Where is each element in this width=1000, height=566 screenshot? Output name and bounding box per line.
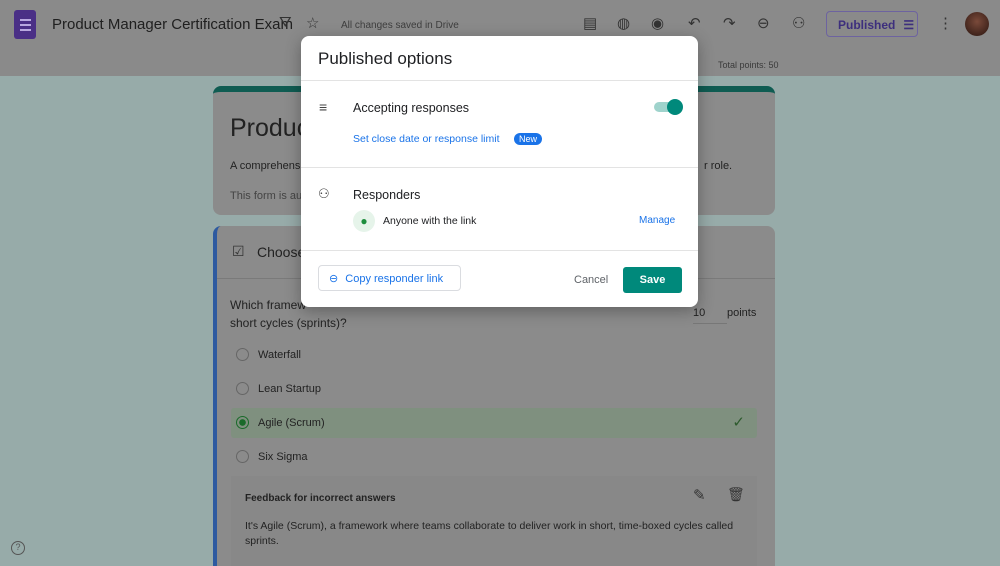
edit-note-icon: ≡ bbox=[319, 99, 328, 115]
link-icon: ⊖ bbox=[329, 273, 339, 285]
palette-icon[interactable]: ◍ bbox=[617, 14, 630, 32]
question-text-line2: short cycles (sprints)? bbox=[230, 316, 347, 330]
checkbox-quiz-icon: ☑ bbox=[232, 243, 245, 259]
cancel-button[interactable]: Cancel bbox=[574, 274, 608, 286]
divider bbox=[301, 167, 698, 168]
correct-check-icon: ✓ bbox=[732, 414, 745, 431]
form-note: This form is au bbox=[230, 190, 303, 202]
person-add-icon: ⚇ bbox=[318, 186, 330, 201]
avatar[interactable] bbox=[965, 12, 989, 36]
accepting-label: Accepting responses bbox=[353, 101, 470, 115]
question-text: Which framew bbox=[230, 298, 307, 312]
points-label: points bbox=[727, 307, 757, 319]
radio-icon bbox=[236, 348, 249, 361]
radio-icon bbox=[236, 382, 249, 395]
dialog-title: Published options bbox=[318, 49, 453, 68]
star-icon[interactable]: ☆ bbox=[306, 14, 319, 32]
radio-icon bbox=[236, 450, 249, 463]
total-points: Total points: 50 bbox=[718, 60, 779, 70]
feedback-text: It's Agile (Scrum), a framework where te… bbox=[245, 520, 734, 547]
radio-selected-icon bbox=[236, 416, 249, 429]
close-date-link[interactable]: Set close date or response limit bbox=[353, 133, 500, 145]
add-collaborator-icon[interactable]: ⚇ bbox=[792, 14, 805, 32]
divider bbox=[301, 80, 698, 81]
accepting-toggle[interactable] bbox=[654, 99, 683, 115]
globe-icon: ● bbox=[353, 210, 375, 232]
manage-link[interactable]: Manage bbox=[639, 215, 675, 226]
option-six-sigma[interactable]: Six Sigma bbox=[236, 450, 308, 463]
published-label: Published bbox=[838, 18, 896, 32]
divider bbox=[301, 250, 698, 251]
new-badge: New bbox=[514, 133, 543, 145]
help-icon[interactable]: ? bbox=[11, 541, 25, 555]
form-title[interactable]: Product Manager Certification Exam bbox=[52, 16, 293, 33]
copy-responder-link-button[interactable]: ⊖ Copy responder link bbox=[318, 265, 461, 291]
edit-pencil-icon[interactable]: ✎ bbox=[693, 486, 706, 504]
option-agile-scrum[interactable]: Agile (Scrum) ✓ bbox=[231, 408, 757, 438]
preview-eye-icon[interactable]: ◉ bbox=[651, 14, 664, 32]
option-label: Lean Startup bbox=[258, 382, 321, 395]
option-label: Waterfall bbox=[258, 348, 301, 361]
undo-icon[interactable]: ↶ bbox=[688, 14, 701, 32]
feedback-box: Feedback for incorrect answers ✎ 🗑 It's … bbox=[231, 476, 757, 566]
link-icon[interactable]: ⊖ bbox=[757, 14, 770, 32]
access-level: Anyone with the link bbox=[383, 215, 477, 227]
save-status: All changes saved in Drive bbox=[341, 20, 459, 31]
save-button[interactable]: Save bbox=[623, 267, 682, 293]
form-description: A comprehens bbox=[230, 160, 301, 172]
tune-icon: ☰ bbox=[903, 18, 915, 32]
published-button[interactable]: Published ☰ bbox=[826, 11, 918, 37]
redo-icon[interactable]: ↷ bbox=[723, 14, 736, 32]
more-vert-icon[interactable]: ⋮ bbox=[938, 14, 953, 32]
option-lean-startup[interactable]: Lean Startup bbox=[236, 382, 321, 395]
copy-link-label: Copy responder link bbox=[345, 273, 444, 285]
forms-logo-icon[interactable] bbox=[14, 10, 36, 39]
form-heading: Produc bbox=[230, 114, 310, 142]
feedback-title: Feedback for incorrect answers bbox=[245, 493, 396, 504]
customize-icon[interactable]: ▤ bbox=[583, 14, 597, 32]
option-label: Six Sigma bbox=[258, 450, 308, 463]
published-options-dialog: Published options ≡ Accepting responses … bbox=[301, 36, 698, 307]
responders-label: Responders bbox=[353, 188, 421, 202]
answer-key-label[interactable]: Choose bbox=[257, 244, 305, 260]
move-to-folder-icon[interactable]: ⛛ bbox=[279, 14, 292, 31]
option-waterfall[interactable]: Waterfall bbox=[236, 348, 301, 361]
option-label: Agile (Scrum) bbox=[258, 416, 325, 429]
points-input[interactable]: 10 bbox=[693, 307, 727, 324]
delete-trash-icon[interactable]: 🗑 bbox=[727, 486, 745, 503]
form-description-end: r role. bbox=[704, 160, 733, 172]
